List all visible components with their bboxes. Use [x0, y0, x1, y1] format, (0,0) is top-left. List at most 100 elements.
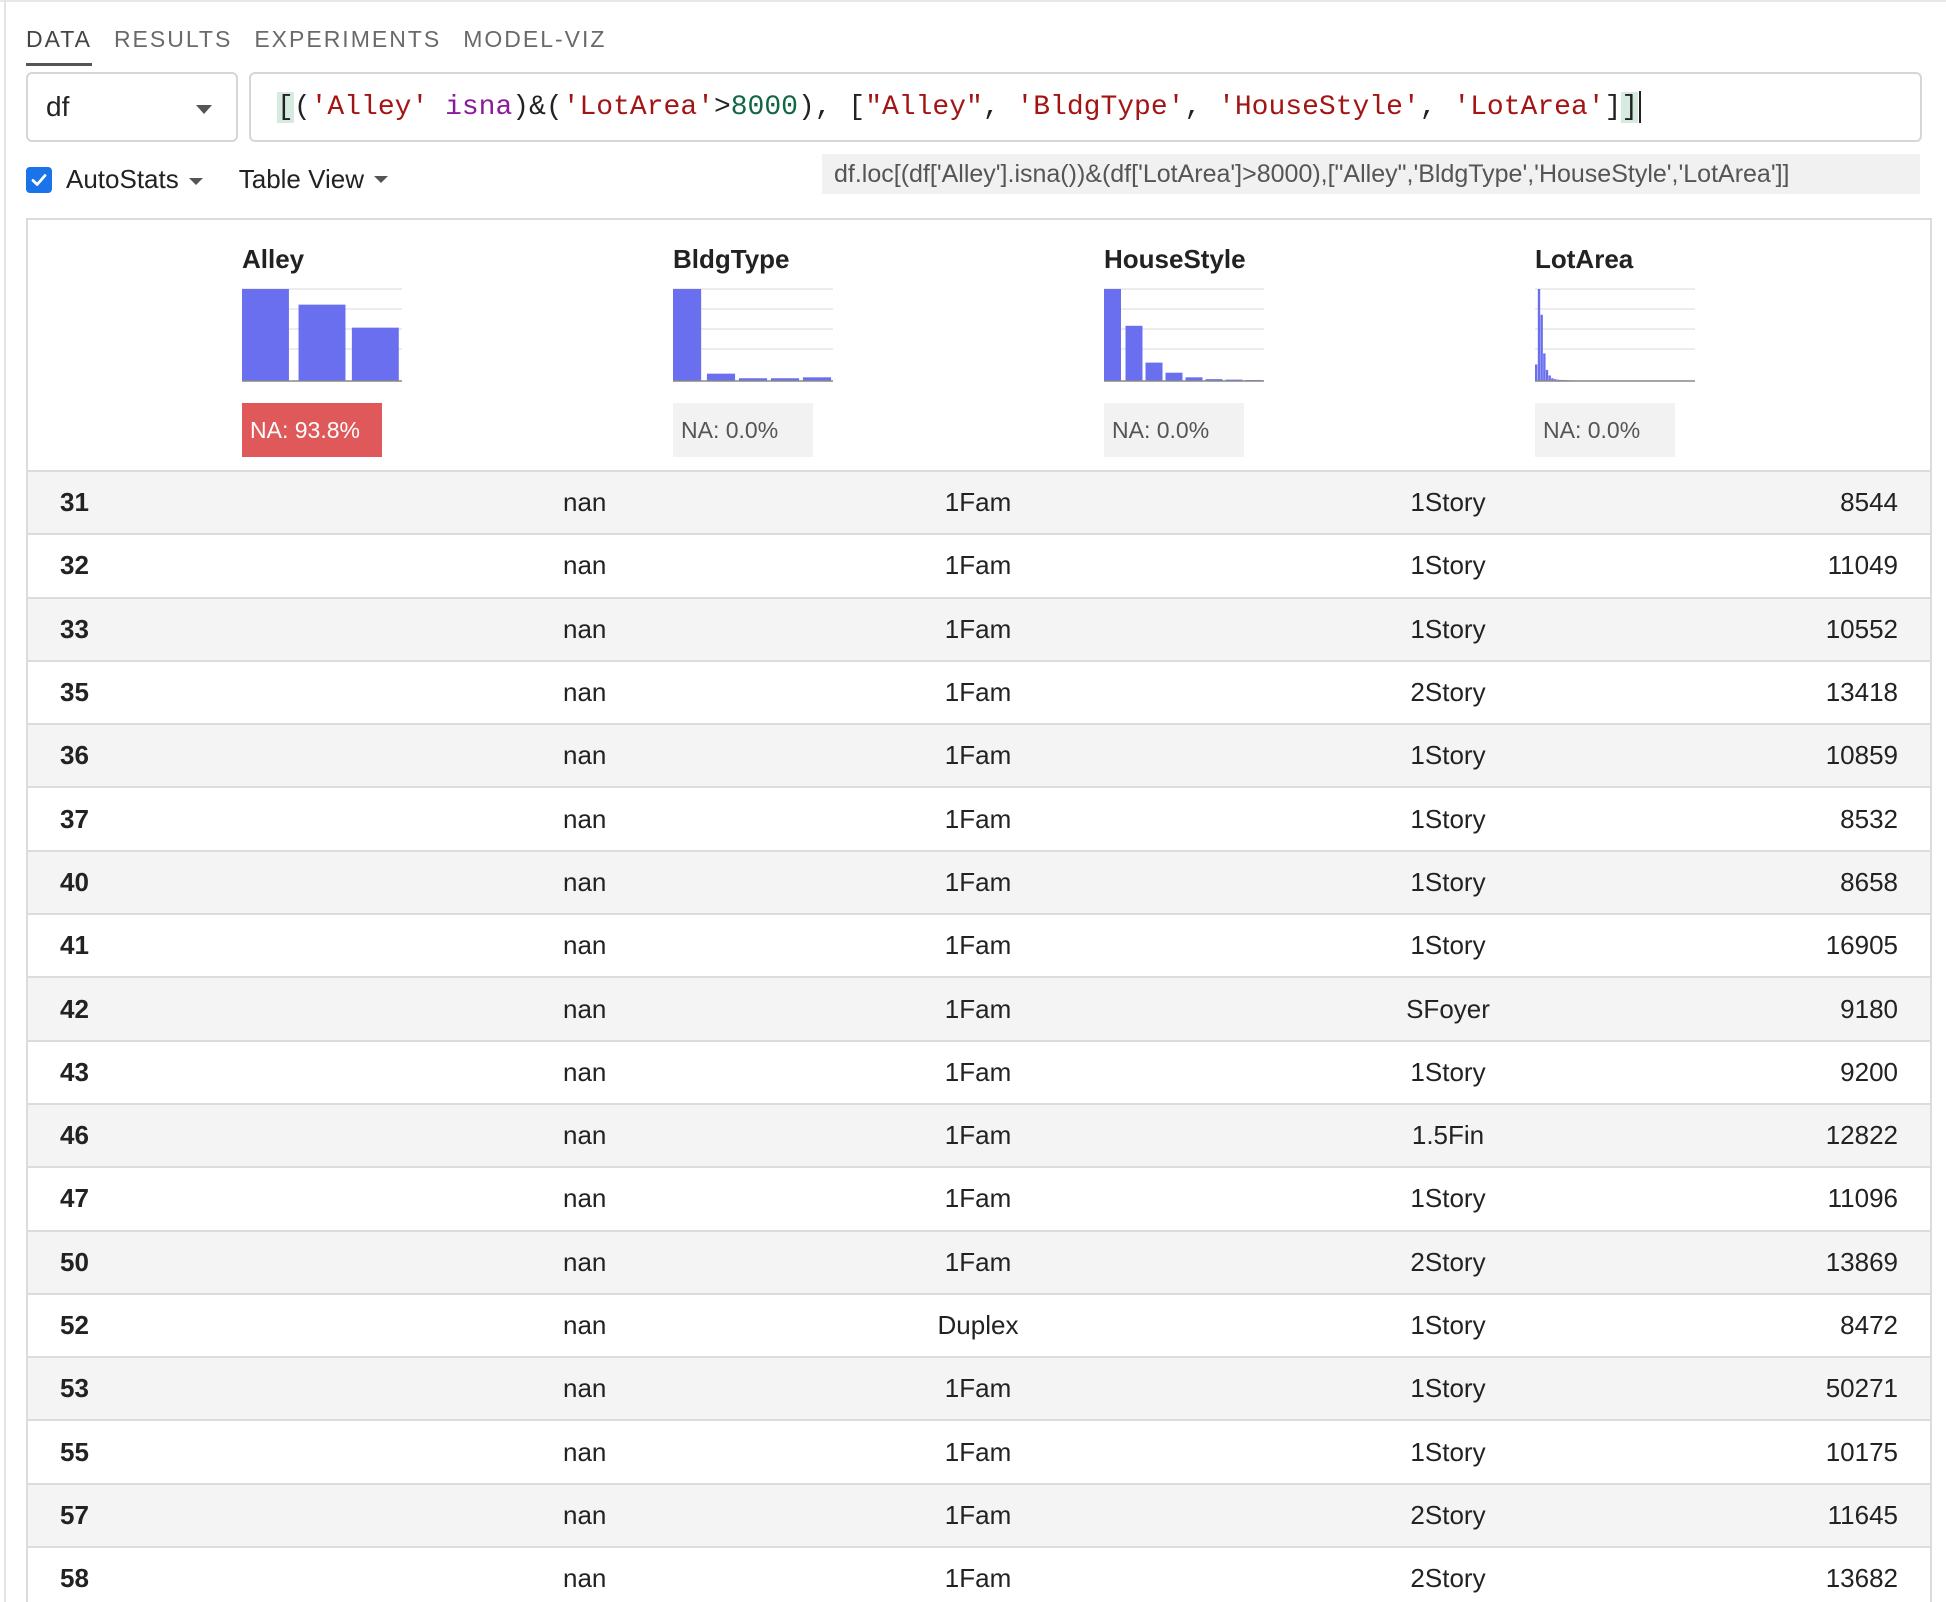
left-border [4, 0, 6, 1602]
tab-model-viz[interactable]: MODEL-VIZ [463, 26, 606, 66]
histogram-bar [351, 327, 399, 381]
cell-housestyle: 1Story [1410, 930, 1486, 961]
cell-bldgtype: 1Fam [944, 1246, 1012, 1277]
row-index: 47 [60, 1183, 89, 1214]
row-index: 58 [60, 1563, 89, 1594]
tab-data[interactable]: DATA [26, 26, 92, 66]
autostats-checkbox[interactable] [26, 166, 52, 193]
table-row[interactable]: 31 nan 1Fam 1Story 8544 [28, 472, 1930, 536]
table-row[interactable]: 46 nan 1Fam 1.5Fin 12822 [28, 1104, 1930, 1169]
histogram-bar [1145, 362, 1163, 381]
cell-alley: nan [563, 930, 607, 961]
row-index: 50 [60, 1246, 89, 1277]
row-index: 57 [60, 1499, 89, 1530]
text-cursor [1639, 91, 1642, 123]
column-header[interactable]: HouseStyle [1104, 244, 1364, 275]
query-text: [('Alley' isna)&('LotArea'>8000), ["Alle… [277, 91, 1639, 123]
column-header[interactable]: Alley [242, 244, 502, 275]
row-index: 31 [60, 487, 89, 518]
cell-alley: nan [563, 1056, 607, 1087]
cell-housestyle: 1Story [1410, 1183, 1486, 1214]
cell-housestyle: 2Story [1410, 1499, 1486, 1530]
cell-lotarea: 11096 [1827, 1183, 1898, 1214]
row-index: 52 [60, 1310, 89, 1340]
column-header[interactable]: LotArea [1535, 244, 1795, 275]
cell-housestyle: 2Story [1410, 1563, 1486, 1594]
dataframe-select[interactable]: df [26, 72, 238, 142]
tab-experiments[interactable]: EXPERIMENTS [254, 26, 441, 66]
table-row[interactable]: 55 nan 1Fam 1Story 10175 [28, 1421, 1930, 1485]
histogram-bar [1540, 314, 1543, 381]
cell-housestyle: 1Story [1410, 550, 1486, 581]
table-row[interactable]: 52 nan Duplex 1Story 8472 [28, 1295, 1930, 1359]
check-icon [31, 173, 47, 186]
table-row[interactable]: 58 nan 1Fam 2Story 13682 [28, 1548, 1930, 1602]
cell-lotarea: 8532 [1840, 803, 1898, 834]
histogram-bar [1537, 289, 1541, 381]
cell-alley: nan [563, 1246, 607, 1277]
row-index: 37 [60, 803, 89, 834]
table-row[interactable]: 41 nan 1Fam 1Story 16905 [28, 915, 1930, 979]
cell-lotarea: 13418 [1825, 677, 1898, 708]
view-mode-dropdown[interactable]: Table View [239, 164, 388, 195]
row-index: 33 [60, 613, 89, 644]
table-row[interactable]: 42 nan 1Fam SFoyer 9180 [28, 978, 1930, 1042]
cell-bldgtype: 1Fam [944, 613, 1012, 644]
cell-bldgtype: 1Fam [944, 1563, 1012, 1594]
row-index: 40 [60, 866, 89, 897]
column-stat-alley: Alley NA: 93.8% [242, 244, 502, 457]
column-stat-bldgtype: BldgType NA: 0.0% [673, 244, 933, 457]
view-mode-label: Table View [238, 164, 364, 194]
cell-alley: nan [563, 1499, 607, 1530]
cell-bldgtype: 1Fam [944, 740, 1012, 771]
cell-alley: nan [563, 550, 607, 581]
row-index: 46 [60, 1120, 89, 1151]
table-row[interactable]: 37 nan 1Fam 1Story 8532 [28, 788, 1930, 852]
cell-housestyle: 1.5Fin [1411, 1120, 1485, 1151]
cell-alley: nan [563, 1310, 607, 1340]
cell-bldgtype: 1Fam [944, 993, 1012, 1024]
cell-alley: nan [563, 866, 607, 897]
cell-alley: nan [563, 803, 607, 834]
row-index: 36 [60, 740, 89, 771]
row-index: 42 [60, 993, 89, 1024]
cell-lotarea: 11049 [1827, 550, 1898, 581]
dataframe-select-value: df [46, 91, 70, 122]
cell-bldgtype: Duplex [937, 1310, 1019, 1340]
cell-alley: nan [563, 1183, 607, 1214]
table-row[interactable]: 36 nan 1Fam 1Story 10859 [28, 725, 1930, 789]
na-badge: NA: 0.0% [1104, 403, 1244, 457]
row-index: 43 [60, 1056, 89, 1087]
table-row[interactable]: 53 nan 1Fam 1Story 50271 [28, 1358, 1930, 1422]
column-histogram [673, 288, 833, 382]
histogram-bar [1543, 353, 1546, 381]
cell-bldgtype: 1Fam [944, 487, 1012, 518]
tab-results[interactable]: RESULTS [114, 26, 232, 66]
histogram-bar [1165, 372, 1183, 381]
autostats-label[interactable]: AutoStats [66, 164, 203, 195]
table-row[interactable]: 43 nan 1Fam 1Story 9200 [28, 1042, 1930, 1105]
cell-housestyle: 1Story [1410, 1310, 1486, 1340]
table-row[interactable]: 33 nan 1Fam 1Story 10552 [28, 598, 1930, 662]
table-row[interactable]: 47 nan 1Fam 1Story 11096 [28, 1168, 1930, 1232]
table-row[interactable]: 40 nan 1Fam 1Story 8658 [28, 851, 1930, 916]
chevron-down-icon [188, 177, 203, 185]
cell-alley: nan [563, 993, 607, 1024]
chevron-down-icon [374, 176, 388, 183]
row-index: 41 [60, 930, 89, 961]
cell-bldgtype: 1Fam [944, 677, 1012, 708]
table-row[interactable]: 57 nan 1Fam 2Story 11645 [28, 1484, 1930, 1549]
cell-bldgtype: 1Fam [944, 803, 1012, 834]
cell-alley: nan [563, 487, 607, 518]
column-stat-housestyle: HouseStyle NA: 0.0% [1104, 244, 1364, 457]
na-badge: NA: 0.0% [673, 403, 813, 457]
cell-housestyle: 1Story [1410, 487, 1486, 518]
table-row[interactable]: 32 nan 1Fam 1Story 11049 [28, 535, 1930, 599]
table-row[interactable]: 50 nan 1Fam 2Story 13869 [28, 1231, 1930, 1295]
cell-housestyle: 1Story [1410, 1436, 1486, 1467]
cell-lotarea: 50271 [1825, 1373, 1898, 1404]
na-badge: NA: 93.8% [242, 403, 382, 457]
column-header[interactable]: BldgType [673, 244, 933, 275]
query-input[interactable]: [('Alley' isna)&('LotArea'>8000), ["Alle… [249, 72, 1922, 142]
table-row[interactable]: 35 nan 1Fam 2Story 13418 [28, 662, 1930, 726]
